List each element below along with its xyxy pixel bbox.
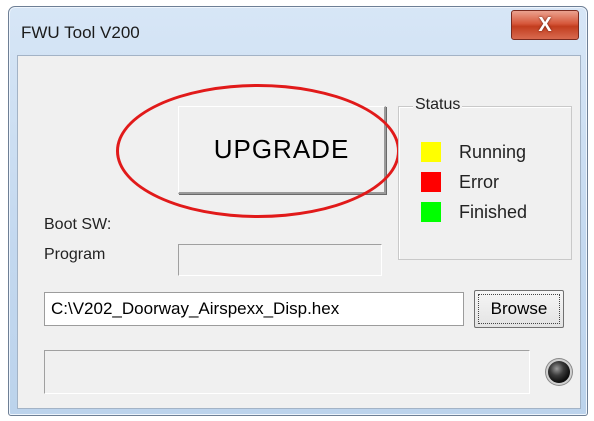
browse-button[interactable]: Browse <box>474 290 564 328</box>
finished-label: Finished <box>459 201 528 222</box>
error-swatch <box>421 172 441 192</box>
upgrade-button[interactable]: UPGRADE <box>178 106 386 194</box>
title-bar[interactable]: FWU Tool V200 X <box>9 7 587 57</box>
finished-swatch <box>421 202 441 222</box>
client-area: UPGRADE Boot SW: Program Status Running … <box>17 55 581 409</box>
program-label: Program <box>44 246 106 263</box>
hex-file-path-input[interactable] <box>44 292 464 326</box>
status-error: Error <box>421 171 499 193</box>
status-led-icon <box>548 361 570 383</box>
status-group: Status Running Error Finished <box>398 96 572 260</box>
app-window: FWU Tool V200 X UPGRADE Boot SW: Program… <box>8 6 588 416</box>
progress-bar <box>44 350 530 394</box>
program-field <box>178 244 382 276</box>
boot-sw-label: Boot SW: <box>44 216 112 233</box>
close-button[interactable]: X <box>511 10 579 40</box>
close-icon: X <box>538 14 552 36</box>
running-label: Running <box>459 141 527 162</box>
status-finished: Finished <box>421 201 527 223</box>
window-title: FWU Tool V200 <box>21 23 140 42</box>
status-running: Running <box>421 141 526 163</box>
running-swatch <box>421 142 441 162</box>
error-label: Error <box>459 171 499 192</box>
browse-label: Browse <box>478 294 560 324</box>
status-title: Status <box>413 96 463 114</box>
